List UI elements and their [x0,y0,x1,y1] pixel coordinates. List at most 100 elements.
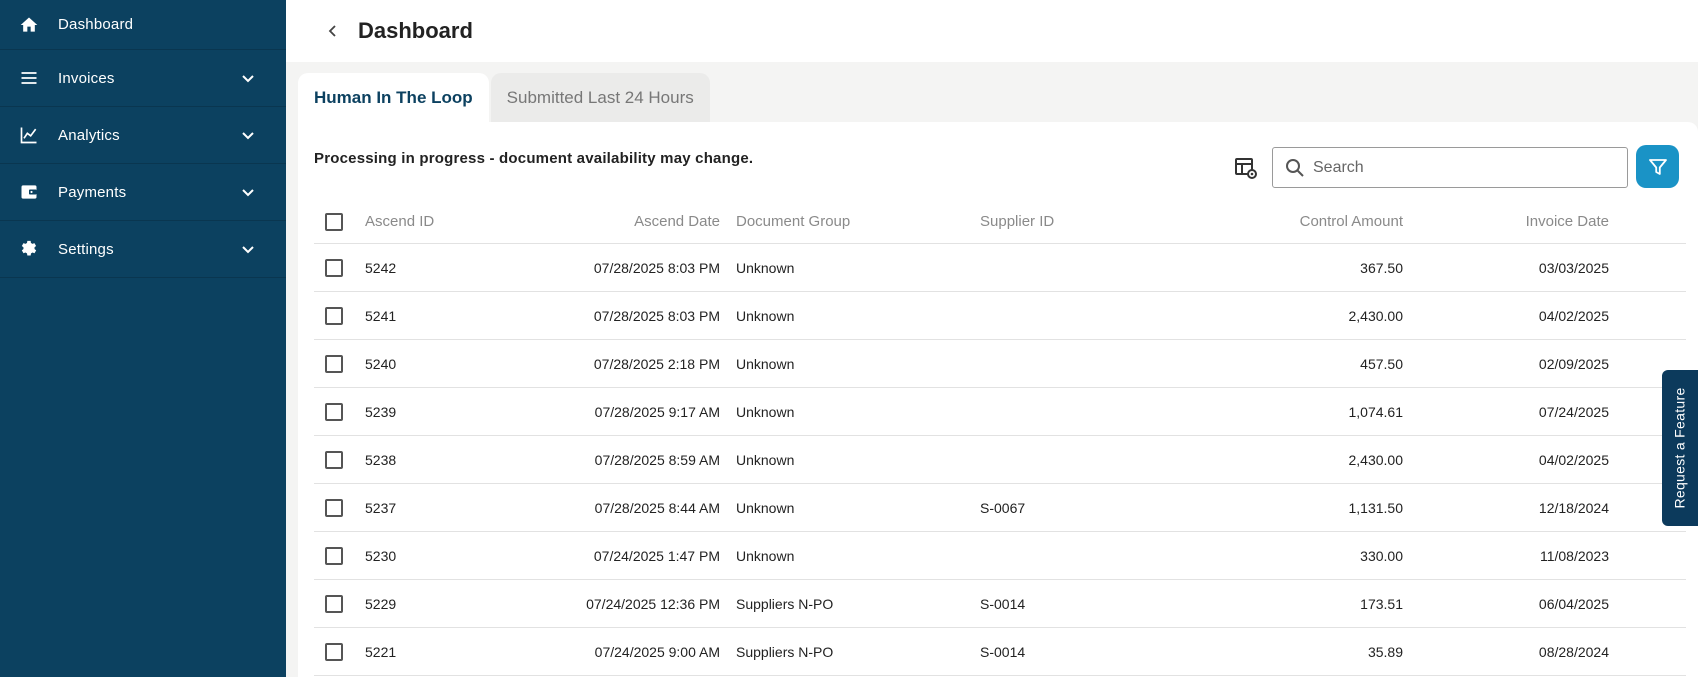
cell-supplier-id: S-0014 [980,643,1026,660]
cell-invoice-date: 07/24/2025 [1538,403,1609,420]
request-feature-label: Request a Feature [1672,387,1688,509]
sidebar-item-settings[interactable]: Settings [0,221,286,278]
cell-document-group: Unknown [736,259,795,276]
cell-invoice-date: 06/04/2025 [1538,595,1609,612]
tab-submitted-last-24-hours[interactable]: Submitted Last 24 Hours [490,73,710,123]
sidebar-item-invoices[interactable]: Invoices [0,50,286,107]
chevron-left-icon [328,25,336,37]
row-checkbox[interactable] [325,258,343,277]
table-row[interactable]: 5242 07/28/2025 8:03 PM Unknown 367.50 03/03… [314,244,1686,292]
cell-document-group: Suppliers N-PO [736,595,834,612]
cell-invoice-date: 08/28/2024 [1538,643,1609,660]
gear-icon [18,238,40,260]
processing-notice: Processing in progress - document availa… [314,150,754,167]
chevron-down-icon [242,75,254,83]
table-row[interactable]: 5240 07/28/2025 2:18 PM Unknown 457.50 02/09… [314,340,1686,388]
cell-ascend-id: 5239 [365,403,397,420]
row-checkbox[interactable] [325,594,343,613]
search-input[interactable] [1313,158,1613,177]
sidebar: Dashboard Invoices Analytics Payments Se… [0,0,286,677]
cell-invoice-date: 03/03/2025 [1538,259,1609,276]
sidebar-item-label: Payments [58,183,127,201]
search-icon [1286,158,1304,177]
table-row[interactable]: 5237 07/28/2025 8:44 AM Unknown S-0067 1,131… [314,484,1686,532]
documents-table: Ascend ID Ascend Date Document Group Sup… [314,200,1686,676]
cell-ascend-date: 07/28/2025 8:44 AM [594,499,720,516]
table-settings-icon [1235,158,1257,179]
cell-control-amount: 2,430.00 [1348,451,1404,468]
table-row[interactable]: 5239 07/28/2025 9:17 AM Unknown 1,074.61 07/… [314,388,1686,436]
sidebar-item-label: Settings [58,240,114,258]
cell-ascend-date: 07/28/2025 9:17 AM [594,403,720,420]
table-body: 5242 07/28/2025 8:03 PM Unknown 367.50 03/03… [314,244,1686,676]
cell-supplier-id: S-0014 [980,595,1026,612]
table-row[interactable]: 5221 07/24/2025 9:00 AM Suppliers N-PO S-00… [314,628,1686,676]
cell-ascend-date: 07/24/2025 9:00 AM [594,643,720,660]
cell-ascend-date: 07/24/2025 12:36 PM [586,595,720,612]
row-checkbox[interactable] [325,306,343,325]
cell-invoice-date: 04/02/2025 [1538,451,1609,468]
column-header-supplier-id[interactable]: Supplier ID [980,213,1100,230]
cell-control-amount: 1,074.61 [1348,403,1404,420]
cell-control-amount: 35.89 [1367,643,1403,660]
cell-ascend-id: 5230 [365,547,397,564]
cell-ascend-id: 5241 [365,307,397,324]
column-header-ascend-date[interactable]: Ascend Date [457,213,720,230]
wallet-icon [18,181,40,203]
cell-ascend-date: 07/28/2025 2:18 PM [593,355,720,372]
cell-ascend-id: 5237 [365,499,397,516]
cell-ascend-date: 07/24/2025 1:47 PM [593,547,720,564]
filter-icon [1648,158,1667,175]
cell-document-group: Unknown [736,403,795,420]
cell-document-group: Unknown [736,307,795,324]
cell-ascend-id: 5221 [365,643,397,660]
sidebar-item-dashboard[interactable]: Dashboard [0,0,286,50]
request-feature-button[interactable]: Request a Feature [1662,370,1698,526]
cell-supplier-id: S-0067 [980,499,1026,516]
cell-document-group: Unknown [736,547,795,564]
row-checkbox[interactable] [325,642,343,661]
cell-document-group: Suppliers N-PO [736,643,834,660]
table-row[interactable]: 5230 07/24/2025 1:47 PM Unknown 330.00 11/08… [314,532,1686,580]
cell-ascend-date: 07/28/2025 8:03 PM [593,259,720,276]
row-checkbox[interactable] [325,546,343,565]
column-header-control-amount[interactable]: Control Amount [1100,213,1403,230]
column-header-ascend-id[interactable]: Ascend ID [343,213,457,230]
row-checkbox[interactable] [325,450,343,469]
tab-human-in-the-loop[interactable]: Human In The Loop [298,73,489,123]
sidebar-item-payments[interactable]: Payments [0,164,286,221]
table-row[interactable]: 5241 07/28/2025 8:03 PM Unknown 2,430.00 04/… [314,292,1686,340]
cell-invoice-date: 12/18/2024 [1538,499,1609,516]
cell-control-amount: 367.50 [1360,259,1403,276]
row-checkbox[interactable] [325,354,343,373]
column-header-invoice-date[interactable]: Invoice Date [1403,213,1609,230]
cell-document-group: Unknown [736,355,795,372]
home-icon [18,14,40,36]
chevron-down-icon [242,246,254,254]
back-button[interactable] [322,20,344,42]
cell-control-amount: 457.50 [1360,355,1403,372]
cell-control-amount: 330.00 [1360,547,1403,564]
tab-bar: Human In The Loop Submitted Last 24 Hour… [298,73,710,123]
row-checkbox[interactable] [325,402,343,421]
cell-document-group: Unknown [736,499,795,516]
table-settings-button[interactable] [1233,155,1259,181]
chevron-down-icon [242,189,254,197]
filter-button[interactable] [1636,145,1679,188]
row-checkbox[interactable] [325,498,343,517]
cell-ascend-id: 5240 [365,355,397,372]
line-chart-icon [18,124,40,146]
menu-lines-icon [18,67,40,89]
sidebar-item-analytics[interactable]: Analytics [0,107,286,164]
column-header-document-group[interactable]: Document Group [720,213,980,230]
table-row[interactable]: 5229 07/24/2025 12:36 PM Suppliers N-PO S-0… [314,580,1686,628]
sidebar-item-label: Invoices [58,69,115,87]
select-all-checkbox[interactable] [325,212,343,231]
sidebar-item-label: Dashboard [58,16,134,33]
page-title: Dashboard [358,18,473,43]
cell-ascend-date: 07/28/2025 8:03 PM [593,307,720,324]
table-row[interactable]: 5238 07/28/2025 8:59 AM Unknown 2,430.00 04/… [314,436,1686,484]
cell-invoice-date: 04/02/2025 [1538,307,1609,324]
cell-ascend-id: 5238 [365,451,397,468]
search-box [1272,147,1628,188]
